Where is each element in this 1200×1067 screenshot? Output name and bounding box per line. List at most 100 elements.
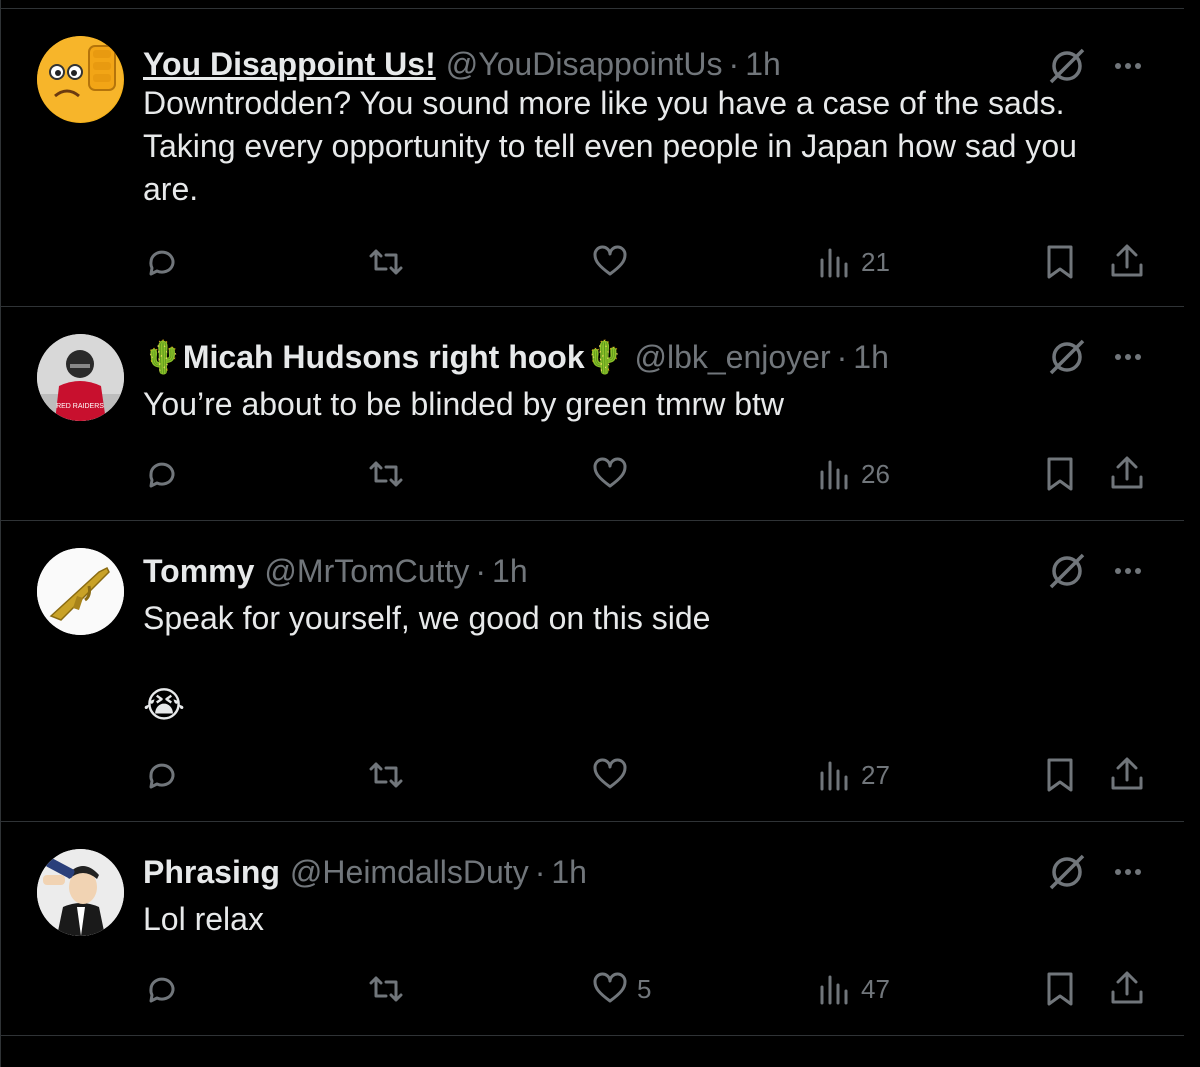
reply-button[interactable] bbox=[143, 452, 181, 496]
bookmark-button[interactable] bbox=[1041, 753, 1079, 797]
views-icon bbox=[820, 761, 848, 791]
tweet-actions: 26 bbox=[1, 452, 1185, 496]
reply-icon bbox=[149, 250, 175, 276]
avatar[interactable] bbox=[37, 849, 124, 936]
timestamp[interactable]: 1h bbox=[745, 46, 781, 83]
heart-icon bbox=[593, 972, 627, 1003]
tweet-text-line: Taking every opportunity to tell even pe… bbox=[143, 128, 1077, 164]
more-options-button[interactable] bbox=[1106, 549, 1150, 593]
bookmark-icon bbox=[1047, 972, 1073, 1006]
reply-tweet[interactable]: RED RAIDERS 🌵Micah Hudsons right hook🌵 @… bbox=[1, 307, 1185, 521]
views-icon bbox=[820, 248, 848, 278]
display-name[interactable]: You Disappoint Us! bbox=[143, 46, 436, 83]
tweet-header: 🌵Micah Hudsons right hook🌵 @lbk_enjoyer … bbox=[143, 329, 889, 385]
view-count: 21 bbox=[861, 246, 890, 277]
bookmark-button[interactable] bbox=[1041, 240, 1079, 284]
heart-icon bbox=[593, 245, 627, 276]
view-count: 27 bbox=[861, 759, 890, 790]
thumbs-down-emoji-icon bbox=[37, 36, 123, 122]
tweet-text-line: are. bbox=[143, 171, 199, 207]
golden-rifle-icon bbox=[37, 548, 124, 635]
separator-dot: · bbox=[728, 45, 740, 82]
tweet-actions: 21 bbox=[1, 240, 1185, 284]
tweet-header: Tommy @MrTomCutty · 1h bbox=[143, 543, 528, 599]
repost-button[interactable] bbox=[367, 240, 405, 284]
tweet-text: Downtrodden? You sound more like you hav… bbox=[143, 82, 1163, 211]
views-button[interactable]: 21 bbox=[815, 240, 890, 284]
separator-dot: · bbox=[475, 552, 487, 589]
repost-icon bbox=[369, 249, 403, 275]
share-icon bbox=[1111, 456, 1143, 489]
view-count: 26 bbox=[861, 458, 890, 489]
views-button[interactable]: 47 bbox=[815, 967, 890, 1011]
more-options-button[interactable] bbox=[1106, 335, 1150, 379]
user-handle[interactable]: @lbk_enjoyer bbox=[634, 339, 830, 376]
reply-icon bbox=[149, 462, 175, 488]
tweet-actions: 27 bbox=[1, 753, 1185, 797]
svg-text:RED RAIDERS: RED RAIDERS bbox=[56, 403, 104, 410]
repost-button[interactable] bbox=[367, 753, 405, 797]
tweet-actions: 5 47 bbox=[1, 967, 1185, 1011]
crying-emoji: 😭 bbox=[143, 684, 186, 725]
share-button[interactable] bbox=[1108, 240, 1146, 284]
heart-icon bbox=[593, 758, 627, 789]
like-button[interactable] bbox=[591, 240, 629, 284]
view-count: 47 bbox=[861, 973, 890, 1004]
reply-button[interactable] bbox=[143, 967, 181, 1011]
avatar[interactable]: RED RAIDERS bbox=[37, 334, 124, 421]
timestamp[interactable]: 1h bbox=[853, 339, 889, 376]
display-name[interactable]: Tommy bbox=[143, 553, 254, 590]
share-button[interactable] bbox=[1108, 753, 1146, 797]
grok-icon[interactable] bbox=[1047, 337, 1087, 377]
tweet-text: Lol relax bbox=[143, 898, 1163, 941]
timestamp[interactable]: 1h bbox=[492, 553, 528, 590]
like-button[interactable]: 5 bbox=[591, 967, 651, 1011]
tweet-text-line: You’re about to be blinded by green tmrw… bbox=[143, 386, 784, 422]
grok-icon[interactable] bbox=[1047, 46, 1087, 86]
grok-icon[interactable] bbox=[1047, 551, 1087, 591]
display-name[interactable]: 🌵Micah Hudsons right hook🌵 bbox=[143, 338, 624, 376]
like-button[interactable] bbox=[591, 753, 629, 797]
bookmark-icon bbox=[1047, 457, 1073, 491]
reply-tweet[interactable]: Tommy @MrTomCutty · 1h Speak for yoursel… bbox=[1, 521, 1185, 822]
repost-icon bbox=[369, 461, 403, 487]
more-options-button[interactable] bbox=[1106, 850, 1150, 894]
bookmark-button[interactable] bbox=[1041, 967, 1079, 1011]
views-icon bbox=[820, 975, 848, 1005]
share-icon bbox=[1111, 757, 1143, 790]
repost-icon bbox=[369, 762, 403, 788]
heart-icon bbox=[593, 457, 627, 488]
tweet-text-line: Speak for yourself, we good on this side bbox=[143, 600, 711, 636]
user-handle[interactable]: @MrTomCutty bbox=[264, 553, 469, 590]
views-button[interactable]: 26 bbox=[815, 452, 890, 496]
bookmark-icon bbox=[1047, 245, 1073, 279]
separator-dot: · bbox=[836, 338, 848, 375]
reply-tweet[interactable]: Phrasing @HeimdallsDuty · 1h Lol relax 5 bbox=[1, 822, 1185, 1036]
bookmark-button[interactable] bbox=[1041, 452, 1079, 496]
repost-button[interactable] bbox=[367, 452, 405, 496]
reply-button[interactable] bbox=[143, 240, 181, 284]
reply-tweet[interactable]: You Disappoint Us! @YouDisappointUs · 1h… bbox=[1, 8, 1185, 307]
scrollbar[interactable] bbox=[1184, 0, 1200, 1067]
views-icon bbox=[820, 460, 848, 490]
user-handle[interactable]: @HeimdallsDuty bbox=[290, 854, 529, 891]
display-name[interactable]: Phrasing bbox=[143, 854, 280, 891]
avatar[interactable] bbox=[37, 36, 124, 123]
views-button[interactable]: 27 bbox=[815, 753, 890, 797]
timestamp[interactable]: 1h bbox=[551, 854, 587, 891]
grok-icon[interactable] bbox=[1047, 852, 1087, 892]
reply-button[interactable] bbox=[143, 753, 181, 797]
share-icon bbox=[1111, 971, 1143, 1004]
user-handle[interactable]: @YouDisappointUs bbox=[446, 46, 723, 83]
avatar[interactable] bbox=[37, 548, 124, 635]
like-count: 5 bbox=[637, 973, 652, 1004]
cartoon-drinking-icon bbox=[37, 849, 124, 936]
football-player-icon: RED RAIDERS bbox=[37, 334, 124, 421]
like-button[interactable] bbox=[591, 452, 629, 496]
share-icon bbox=[1111, 244, 1143, 277]
share-button[interactable] bbox=[1108, 452, 1146, 496]
tweet-text: You’re about to be blinded by green tmrw… bbox=[143, 383, 1163, 426]
share-button[interactable] bbox=[1108, 967, 1146, 1011]
repost-button[interactable] bbox=[367, 967, 405, 1011]
reply-feed: You Disappoint Us! @YouDisappointUs · 1h… bbox=[0, 0, 1186, 1067]
